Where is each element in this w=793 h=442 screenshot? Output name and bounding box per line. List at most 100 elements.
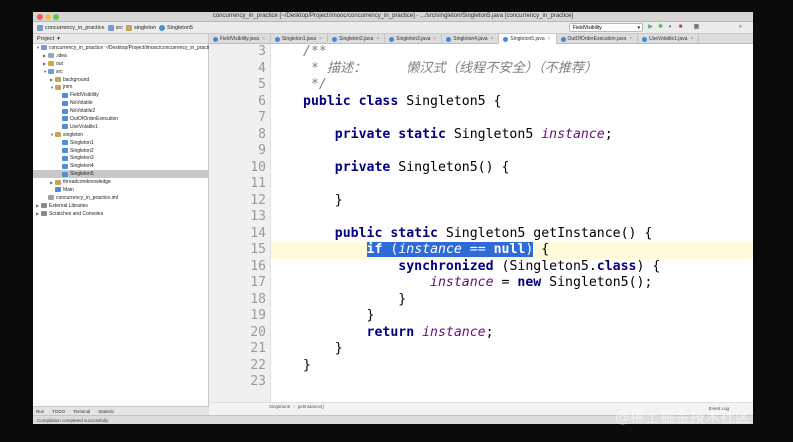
code-token: instance	[541, 126, 605, 142]
tree-item[interactable]: UseVolatile1	[33, 123, 208, 131]
stop-icon[interactable]: ■	[677, 24, 684, 31]
code-token: class	[596, 258, 637, 274]
code-token: Singleton5 getInstance() {	[445, 225, 653, 241]
tree-item[interactable]: concurrency_in_practice.iml	[33, 194, 208, 202]
tree-item-label: Singleton4	[70, 163, 94, 170]
line-number-gutter: 3 4 5 6 7 8 9 10 11 12 13 14 15 16 17 18 19 20 21 22 23	[209, 44, 271, 402]
tree-item-label: NoVolatile2	[70, 108, 96, 115]
tree-item-label: NoVolatile	[70, 100, 93, 107]
tree-item[interactable]: Singleton5	[33, 170, 208, 179]
code-line: }	[303, 308, 375, 325]
close-tab-icon[interactable]: ×	[376, 36, 379, 42]
folder-icon	[55, 132, 61, 138]
tree-item[interactable]: NoVolatile2	[33, 107, 208, 115]
tree-item[interactable]: ▼ singleton	[33, 131, 208, 139]
tree-item[interactable]: ▶ .idea	[33, 52, 208, 60]
code-token: public static	[303, 225, 446, 241]
code-token: }	[303, 192, 343, 208]
tree-item-label: concurrency_in_practice ~/Desktop/Projec…	[49, 44, 215, 51]
code-token: /**	[303, 44, 327, 59]
code-token: public class	[303, 93, 407, 109]
tree-item[interactable]: ▶ background	[33, 76, 208, 84]
tab-label: Singleton4.java	[453, 36, 488, 42]
tree-item[interactable]: Main	[33, 186, 208, 194]
java-class-icon	[274, 36, 280, 42]
nav-crumb-package[interactable]: singleton	[125, 24, 156, 31]
line-number: 5	[258, 77, 266, 92]
editor-tab[interactable]: UseVolatile1.java ×	[638, 34, 700, 44]
editor-tab[interactable]: Singleton2.java ×	[328, 34, 386, 44]
tree-item[interactable]: Singleton2	[33, 147, 208, 155]
tree-item[interactable]: Singleton1	[33, 139, 208, 147]
debug-icon[interactable]: ✱	[657, 24, 664, 31]
code-line: * 描述： 懒汉式（线程不安全）（不推荐）	[303, 61, 597, 78]
tree-item-label: Singleton3	[70, 155, 94, 162]
line-number: 20	[250, 324, 266, 340]
close-tab-icon[interactable]: ×	[319, 36, 322, 42]
tab-label: UseVolatile1.java	[649, 36, 688, 42]
tree-item[interactable]: FieldVisibility	[33, 91, 208, 99]
tree-item[interactable]: Singleton4	[33, 162, 208, 170]
tree-item-label: Singleton2	[70, 147, 94, 154]
tree-item[interactable]: NoVolatile	[33, 99, 208, 107]
run-configuration-select[interactable]: FieldVisibility ▾	[569, 23, 643, 32]
code-token: }	[303, 308, 375, 323]
code-line: }	[303, 341, 343, 358]
code-token: instance	[398, 242, 462, 257]
tool-window-statistic[interactable]: Statistic	[98, 409, 114, 414]
tree-item[interactable]: ▼ jmm	[33, 83, 208, 91]
close-tab-icon[interactable]: ×	[491, 36, 494, 42]
editor-tab[interactable]: FieldVisibility.java ×	[209, 34, 271, 44]
close-tab-icon[interactable]: ×	[262, 36, 265, 42]
folder-icon	[55, 77, 61, 82]
code-editor[interactable]: /** * 描述： 懒汉式（线程不安全）（不推荐） */public class…	[271, 44, 753, 402]
tree-item[interactable]: Singleton3	[33, 154, 208, 162]
editor-tab[interactable]: Singleton5.java ×	[499, 34, 557, 44]
nav-crumb-project[interactable]: concurrency_in_practice	[37, 24, 105, 31]
editor-tab[interactable]: OutOfOrderExecution.java ×	[557, 34, 639, 44]
editor-tab[interactable]: Singleton3.java ×	[385, 34, 443, 44]
line-number: 21	[250, 341, 266, 356]
tree-item-label: jmm	[63, 84, 73, 91]
coverage-icon[interactable]: ◐	[667, 24, 674, 31]
project-tree: ▼ concurrency_in_practice ~/Desktop/Proje…	[33, 44, 215, 218]
nav-crumb-class[interactable]: Singleton5	[159, 24, 193, 31]
nav-crumb-src[interactable]: src	[107, 24, 123, 31]
code-token: if	[366, 242, 383, 257]
tree-item[interactable]: ▼ src	[33, 68, 208, 76]
code-token: private static	[303, 126, 454, 142]
class-icon	[62, 124, 68, 130]
project-structure-icon[interactable]: ▦	[693, 24, 700, 31]
editor-tab[interactable]: Singleton4.java ×	[442, 34, 500, 44]
close-tab-icon[interactable]: ×	[548, 36, 551, 42]
line-number: 22	[250, 357, 266, 373]
line-number: 9	[258, 143, 266, 158]
run-icon[interactable]: ▶	[647, 24, 654, 31]
tool-window-terminal[interactable]: Terminal	[73, 409, 90, 414]
tool-window-todo[interactable]: TODO	[52, 409, 65, 414]
tree-item[interactable]: ▶ threadcoreknowledge	[33, 178, 208, 186]
close-tab-icon[interactable]: ×	[629, 36, 632, 42]
tab-label: Singleton2.java	[339, 36, 374, 42]
tree-item-label: External Libraries	[49, 202, 88, 209]
code-line: }	[303, 358, 311, 375]
close-tab-icon[interactable]: ×	[690, 36, 693, 42]
code-breadcrumb-method[interactable]: getInstance()	[298, 404, 324, 409]
project-panel-header[interactable]: Project ▾	[33, 34, 208, 44]
class-icon	[62, 140, 68, 146]
tree-item[interactable]: ▶ out	[33, 60, 208, 68]
tree-item-label: Singleton1	[70, 139, 94, 146]
tool-window-run[interactable]: Run	[36, 409, 44, 414]
line-number: 19	[250, 308, 266, 323]
tree-item[interactable]: OutOfOrderExecution	[33, 115, 208, 123]
close-tab-icon[interactable]: ×	[433, 36, 436, 42]
tree-item[interactable]: ▶ External Libraries	[33, 202, 208, 210]
editor-tab[interactable]: Singleton1.java ×	[271, 34, 329, 44]
code-breadcrumb-class[interactable]: Singleton5	[269, 404, 290, 409]
tree-item[interactable]: ▶ Scratches and Consoles	[33, 210, 208, 218]
tree-item[interactable]: ▼ concurrency_in_practice ~/Desktop/Proje…	[33, 44, 215, 52]
search-icon[interactable]: ⌕	[737, 24, 744, 31]
project-panel: Project ▾ ▼ concurrency_in_practice ~/Desk…	[33, 34, 215, 406]
